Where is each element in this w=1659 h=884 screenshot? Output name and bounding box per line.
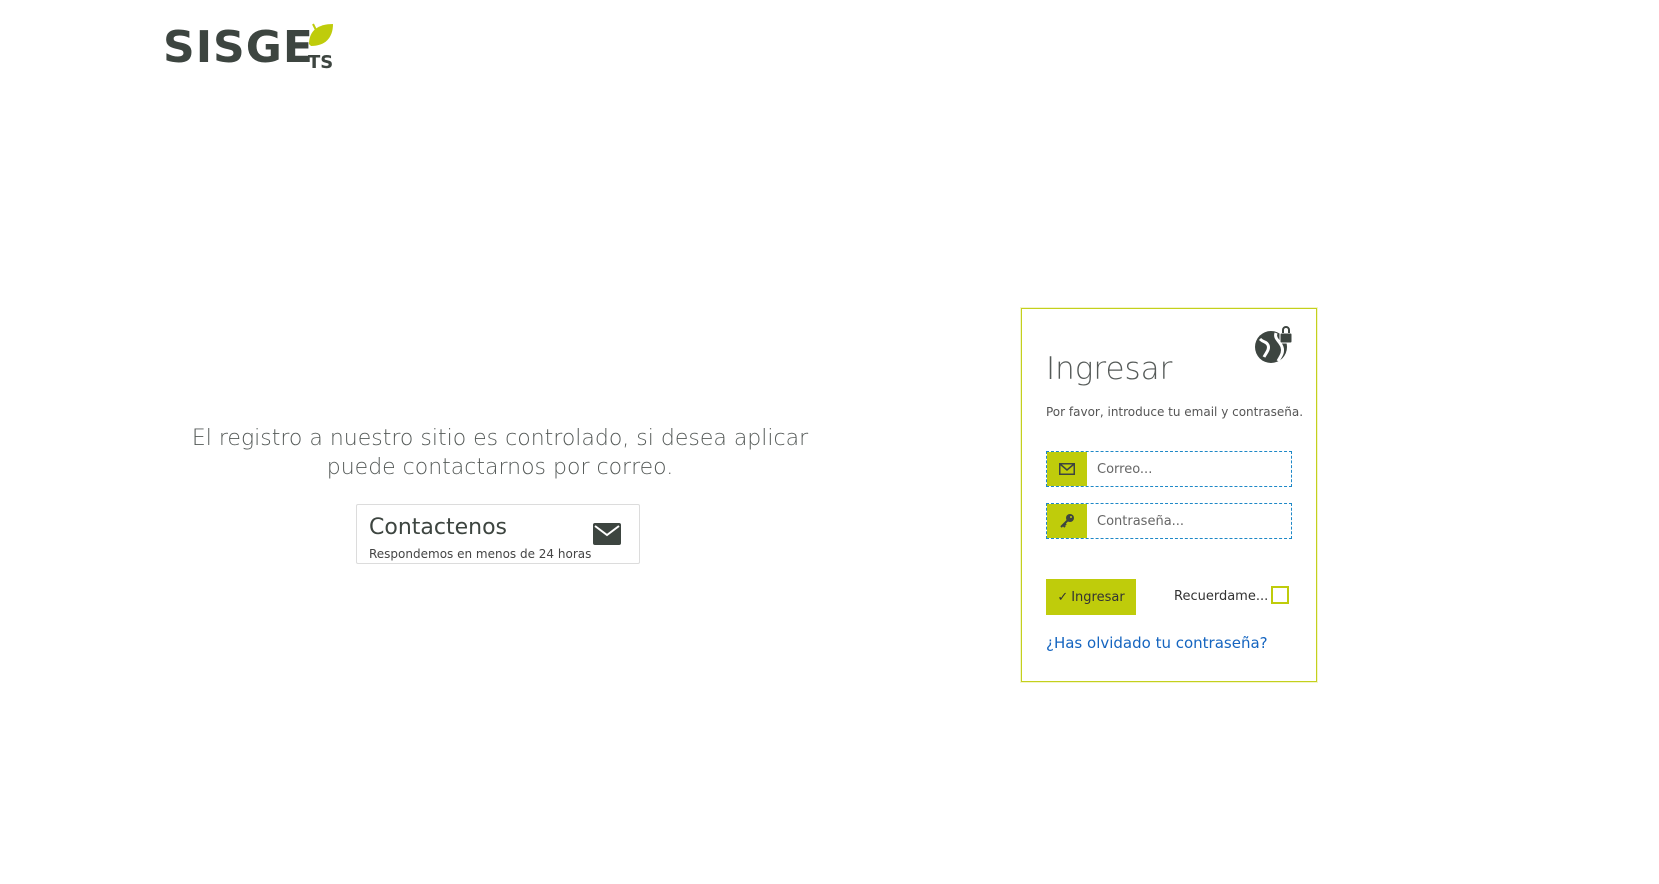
sisgets-logo: SISGE TS bbox=[163, 18, 343, 76]
login-hint: Por favor, introduce tu email y contrase… bbox=[1046, 405, 1304, 419]
register-message: El registro a nuestro sitio es controlad… bbox=[191, 426, 809, 480]
password-input[interactable] bbox=[1087, 504, 1291, 538]
login-title: Ingresar bbox=[1046, 351, 1173, 387]
remember-checkbox[interactable] bbox=[1271, 586, 1289, 604]
login-page: SISGE TS El registro a nuestro sitio es … bbox=[0, 0, 1659, 884]
contact-title: Contactenos bbox=[369, 515, 507, 540]
mail-icon bbox=[593, 523, 621, 545]
email-field-group bbox=[1046, 451, 1292, 487]
contact-button[interactable]: Contactenos Respondemos en menos de 24 h… bbox=[356, 504, 640, 564]
login-submit-button[interactable]: ✓ Ingresar bbox=[1046, 579, 1136, 615]
envelope-icon bbox=[1047, 452, 1087, 486]
forgot-password-link[interactable]: ¿Has olvidado tu contraseña? bbox=[1046, 634, 1268, 652]
logo-main-text: SISGE bbox=[163, 22, 314, 73]
password-field-group bbox=[1046, 503, 1292, 539]
logo-sub-text: TS bbox=[308, 52, 334, 73]
check-icon: ✓ bbox=[1057, 589, 1069, 605]
key-icon bbox=[1047, 504, 1087, 538]
submit-label: Ingresar bbox=[1071, 589, 1125, 605]
globe-lock-icon bbox=[1255, 326, 1293, 363]
remember-label: Recuerdame... bbox=[1174, 589, 1269, 604]
leaf-icon bbox=[309, 23, 333, 46]
email-input[interactable] bbox=[1087, 452, 1291, 486]
login-card: Ingresar Por favor, introduce tu email y… bbox=[1021, 308, 1317, 682]
contact-subtitle: Respondemos en menos de 24 horas bbox=[369, 547, 592, 561]
